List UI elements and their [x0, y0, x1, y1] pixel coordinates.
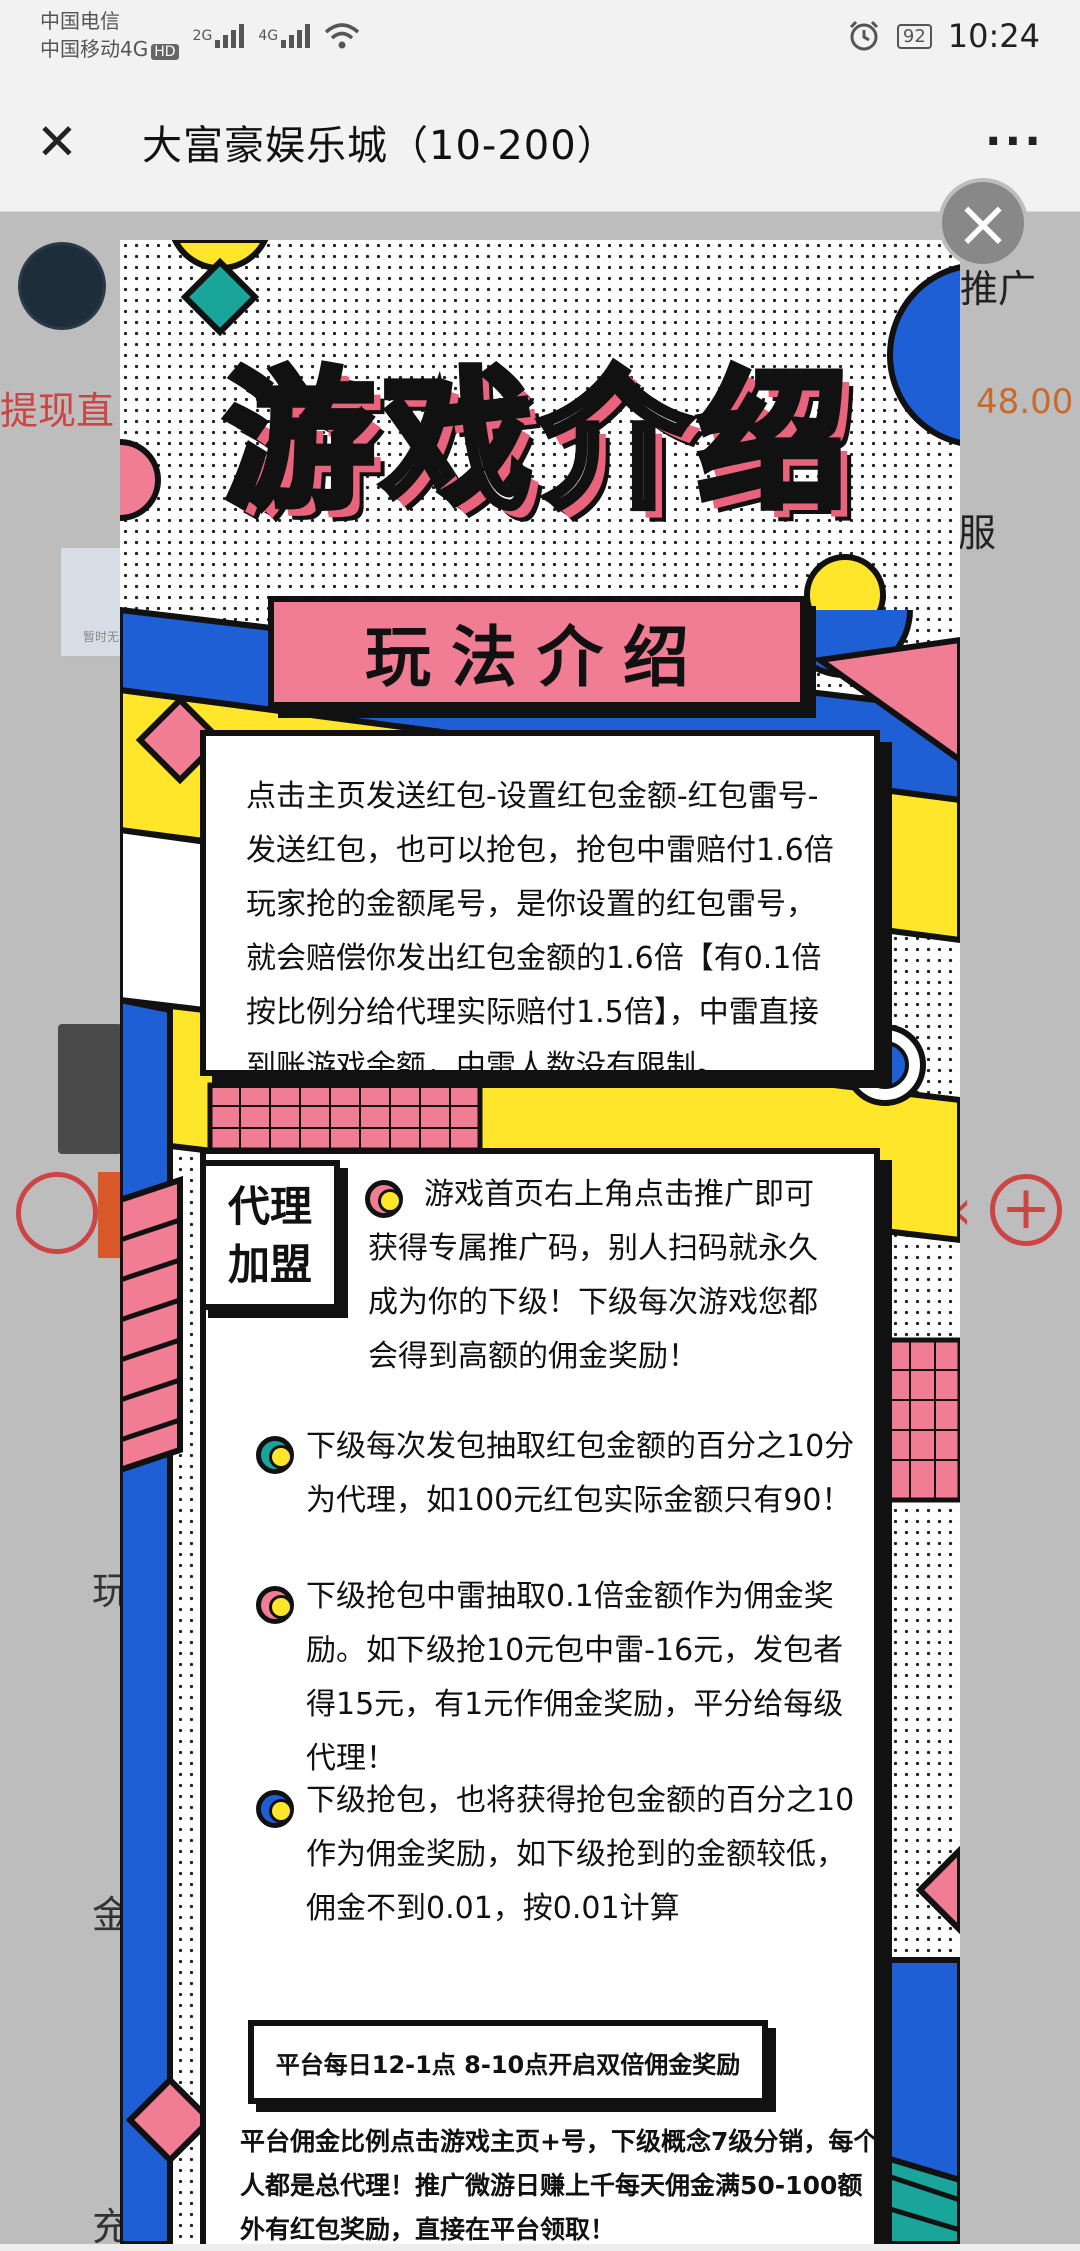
double-reward-box: 平台每日12-1点 8-10点开启双倍佣金奖励 [248, 2020, 768, 2104]
agent-tag-line2: 加盟 [227, 1240, 312, 1289]
carrier-2: 中国移动4G HD [40, 35, 179, 66]
rules-text: 点击主页发送红包-设置红包金额-红包雷号-发送红包，也可以抢包，抢包中雷赔付1.… [246, 779, 834, 1084]
double-reward-text: 平台每日12-1点 8-10点开启双倍佣金奖励 [275, 2050, 741, 2079]
user-photo [58, 1024, 122, 1154]
status-bar: 中国电信 中国移动4G HD 2G 4G 92 10:24 [0, 0, 1080, 72]
more-options-icon[interactable]: ··· [985, 116, 1044, 167]
close-icon[interactable]: ✕ [36, 113, 96, 171]
net1-label: 2G [192, 28, 213, 44]
thumb-text: 暂时无 [83, 630, 120, 644]
clock: 10:24 [947, 17, 1040, 55]
agent-intro: 游戏首页右上角点击推广即可获得专属推广码，别人扫码就永久成为你的下级！下级每次游… [368, 1177, 818, 1374]
wifi-icon [324, 23, 360, 49]
title-bar: ✕ 大富豪娱乐城（10-200） ··· [0, 72, 1080, 212]
modal-close-icon[interactable]: × [938, 178, 1028, 268]
avatar[interactable] [18, 242, 106, 330]
emoji-icon[interactable] [16, 1172, 98, 1254]
poster-main-title: 游戏介绍 [220, 352, 856, 533]
bullet-icon-1 [256, 1436, 294, 1474]
service-label[interactable]: 服 [958, 502, 996, 557]
price-text: 48.00 [976, 382, 1074, 422]
battery-indicator: 92 [896, 23, 932, 49]
carrier-1: 中国电信 [40, 8, 120, 33]
bullet-icon-2 [256, 1586, 294, 1624]
rules-box: 点击主页发送红包-设置红包金额-红包雷号-发送红包，也可以抢包，抢包中雷赔付1.… [200, 730, 880, 1084]
carrier-info: 中国电信 中国移动4G HD [40, 7, 179, 66]
poster-image: 游戏介绍 玩法介绍 点击主页发送红包-设置红包金额-红包雷号-发送红包，也可以抢… [120, 240, 960, 2244]
bullet-icon-3 [256, 1790, 294, 1828]
signal-2g-icon: 2G [193, 24, 245, 48]
status-right: 92 10:24 [847, 17, 1040, 55]
agent-tag-line1: 代理 [227, 1182, 312, 1231]
red-block [98, 1172, 120, 1258]
signal-4g-icon: 4G [258, 24, 311, 48]
bullet-1-text: 下级每次发包抽取红包金额的百分之10分为代理，如100元红包实际金额只有90！ [306, 1429, 855, 1518]
alarm-icon [849, 20, 878, 51]
carrier-2-label: 中国移动4G [40, 36, 149, 61]
footer-text: 平台佣金比例点击游戏主页+号，下级概念7级分销，每个人都是总代理！推广微游日赚上… [240, 2127, 879, 2244]
page-title: 大富豪娱乐城（10-200） [142, 122, 618, 169]
section-banner: 玩法介绍 [268, 596, 806, 708]
net2-label: 4G [258, 28, 279, 44]
agent-tag: 代理 加盟 [200, 1160, 340, 1310]
hd-badge: HD [151, 43, 179, 60]
plus-icon[interactable]: + [990, 1174, 1062, 1246]
bullet-2-text: 下级抢包中雷抽取0.1倍金额作为佣金奖励。如下级抢10元包中雷-16元，发包者得… [306, 1579, 844, 1776]
bullet-3-text: 下级抢包，也将获得抢包金额的百分之10作为佣金奖励，如下级抢到的金额较低，佣金不… [306, 1783, 855, 1926]
withdraw-text: 提现直 [0, 389, 115, 433]
